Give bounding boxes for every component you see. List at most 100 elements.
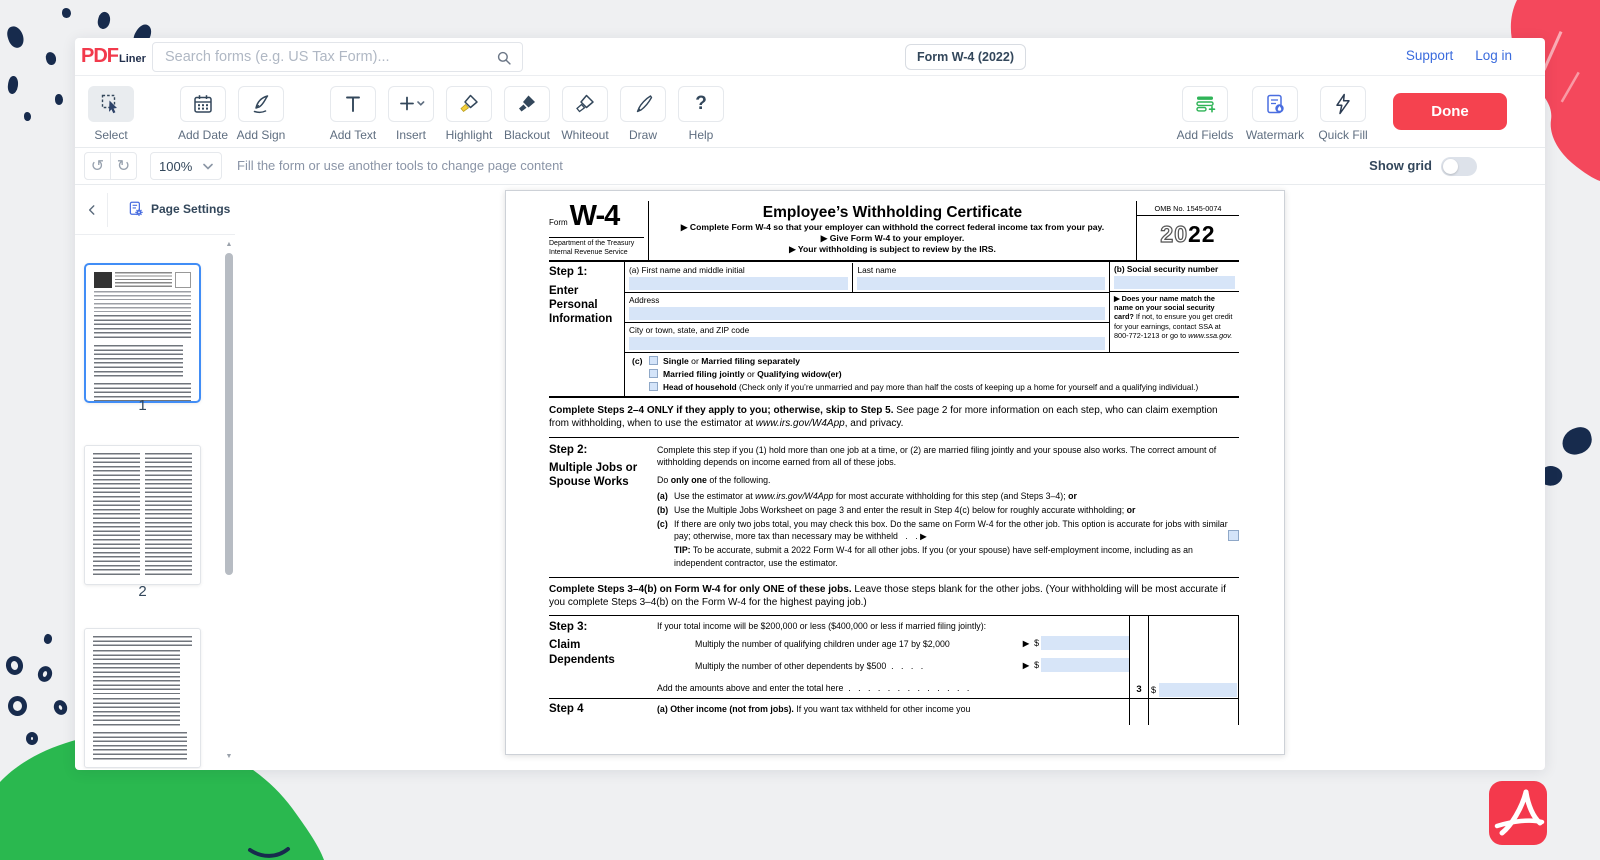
editor-content: Page Settings 1 2 bbox=[75, 185, 1545, 769]
label-part: or bbox=[689, 356, 701, 366]
draw-button[interactable]: Draw bbox=[614, 86, 672, 142]
step1-label: Step 1: bbox=[549, 266, 624, 278]
select-button[interactable]: Select bbox=[82, 86, 140, 142]
scroll-up-arrow[interactable]: ▲ bbox=[224, 241, 234, 248]
paint-dab bbox=[62, 8, 71, 18]
highlight-button[interactable]: Highlight bbox=[440, 86, 498, 142]
note-rest: , and privacy. bbox=[845, 418, 904, 429]
calendar-icon bbox=[191, 92, 215, 116]
page-thumbnail-1[interactable] bbox=[84, 263, 201, 403]
note-bold: Complete Steps 2–4 ONLY if they apply to… bbox=[549, 405, 894, 416]
undo-icon: ↺ bbox=[91, 156, 104, 176]
logo-liner-text: Liner bbox=[119, 53, 146, 65]
show-grid-label: Show grid bbox=[1369, 158, 1432, 173]
filing-status: (c) Single or Married filing separately … bbox=[625, 352, 1239, 396]
done-button[interactable]: Done bbox=[1393, 93, 1507, 130]
filing-status-married-jointly: Married filing jointly or Qualifying wid… bbox=[649, 369, 1239, 379]
label-part: Single bbox=[663, 356, 689, 366]
text-part: To be accurate, submit a 2022 Form W-4 f… bbox=[674, 545, 1193, 567]
quick-fill-button[interactable]: Quick Fill bbox=[1311, 86, 1375, 142]
pdfliner-logo[interactable]: PDFLiner bbox=[81, 45, 146, 68]
text-part: If you want tax withheld for other incom… bbox=[794, 704, 971, 714]
last-name-label: Last name bbox=[857, 264, 1105, 277]
document-page: FormW-4 Department of the TreasuryIntern… bbox=[505, 190, 1285, 755]
children-amount-field[interactable] bbox=[1041, 636, 1129, 650]
undo-button[interactable]: ↺ bbox=[84, 152, 111, 180]
thumb-art bbox=[94, 272, 191, 288]
insert-button[interactable]: Insert bbox=[382, 86, 440, 142]
help-button[interactable]: ? Help bbox=[672, 86, 730, 142]
app-header: PDFLiner Form W-4 (2022) SupportLog in bbox=[75, 38, 1545, 76]
dept-line-1: Department of the Treasury bbox=[549, 240, 634, 247]
steps-2-4-note: Complete Steps 2–4 ONLY if they apply to… bbox=[549, 398, 1239, 438]
login-link[interactable]: Log in bbox=[1475, 48, 1512, 63]
add-fields-button[interactable]: Add Fields bbox=[1171, 86, 1239, 142]
scroll-down-arrow[interactable]: ▼ bbox=[224, 753, 234, 760]
step2-sublabel: Multiple Jobs or Spouse Works bbox=[549, 461, 643, 491]
page-number-1: 1 bbox=[84, 397, 201, 414]
page-thumbnail-3[interactable] bbox=[84, 628, 201, 768]
sidebar-scrollbar-thumb[interactable] bbox=[225, 253, 233, 575]
other-dependents-amount-field[interactable] bbox=[1041, 658, 1129, 672]
married-jointly-checkbox[interactable] bbox=[649, 369, 658, 378]
first-name-field[interactable] bbox=[629, 277, 848, 290]
step2-label: Step 2: bbox=[549, 444, 643, 456]
dot-leader: . . . . bbox=[891, 661, 923, 671]
search-input[interactable] bbox=[153, 43, 522, 71]
paint-ring bbox=[4, 654, 25, 676]
zoom-value: 100% bbox=[159, 159, 203, 174]
single-checkbox[interactable] bbox=[649, 356, 658, 365]
label-part: Head of household bbox=[663, 383, 737, 392]
label-part: Qualifying widow(er) bbox=[757, 369, 842, 379]
thumb-art bbox=[93, 732, 187, 762]
line-3: 3 bbox=[1130, 684, 1148, 695]
highlight-brush-icon bbox=[457, 92, 481, 116]
zoom-select[interactable]: 100% bbox=[150, 152, 222, 180]
paint-dab bbox=[45, 51, 57, 66]
support-link[interactable]: Support bbox=[1406, 48, 1453, 63]
thumb-art bbox=[93, 698, 180, 728]
ssn-field[interactable] bbox=[1114, 276, 1235, 289]
address-field[interactable] bbox=[629, 307, 1105, 320]
blackout-button[interactable]: Blackout bbox=[498, 86, 556, 142]
search-icon[interactable] bbox=[496, 50, 512, 66]
w4-bullet-2: ▶ Give Form W-4 to your employer. bbox=[655, 233, 1130, 244]
add-sign-button[interactable]: Add Sign bbox=[232, 86, 290, 142]
thumb-art bbox=[93, 453, 192, 577]
paint-dab bbox=[96, 11, 112, 30]
text-part: only one bbox=[671, 475, 707, 485]
add-text-button[interactable]: Add Text bbox=[324, 86, 382, 142]
collapse-sidebar-button[interactable] bbox=[79, 198, 105, 222]
page-settings-button[interactable]: Page Settings bbox=[127, 200, 230, 218]
two-jobs-checkbox[interactable] bbox=[1228, 530, 1239, 541]
thumb-art bbox=[93, 636, 192, 646]
watermark-button[interactable]: Watermark bbox=[1239, 86, 1311, 142]
step4-line-number-col bbox=[1129, 699, 1149, 725]
w4-header: FormW-4 Department of the TreasuryIntern… bbox=[549, 201, 1239, 262]
year-outline: 20 bbox=[1160, 221, 1188, 247]
ssn-note: ▶ Does your name match the name on your … bbox=[1110, 291, 1239, 343]
thumb-art bbox=[94, 303, 191, 312]
logo-pdf-text: PDF bbox=[81, 45, 118, 67]
whiteout-button[interactable]: Whiteout bbox=[556, 86, 614, 142]
city-field[interactable] bbox=[629, 337, 1105, 350]
page-thumbnail-2[interactable] bbox=[84, 445, 201, 585]
text-part: or bbox=[1127, 505, 1136, 515]
step3-total-field[interactable] bbox=[1159, 683, 1237, 697]
show-grid-toggle[interactable] bbox=[1441, 157, 1477, 176]
w4-step1: Step 1: Enter Personal Information (a) F… bbox=[549, 262, 1239, 398]
add-date-button[interactable]: Add Date bbox=[174, 86, 232, 142]
step2-item-a: (a) Use the estimator at www.irs.gov/W4A… bbox=[657, 490, 1239, 502]
dollar-sign: $ bbox=[1151, 685, 1156, 695]
item-tag: (a) bbox=[657, 490, 674, 502]
paint-dab bbox=[55, 94, 63, 105]
form-year: 2022 bbox=[1137, 216, 1239, 248]
c-tag: (c) bbox=[625, 356, 649, 392]
step2-p1: Complete this step if you (1) hold more … bbox=[657, 444, 1239, 468]
last-name-field[interactable] bbox=[857, 277, 1105, 290]
step3-other-dependents-row: Multiply the number of other dependents … bbox=[695, 658, 1129, 673]
head-of-household-checkbox[interactable] bbox=[649, 382, 658, 391]
redo-button[interactable]: ↻ bbox=[110, 152, 137, 180]
divider bbox=[107, 193, 108, 227]
text-part: Multiply the number of qualifying childr… bbox=[695, 639, 950, 650]
